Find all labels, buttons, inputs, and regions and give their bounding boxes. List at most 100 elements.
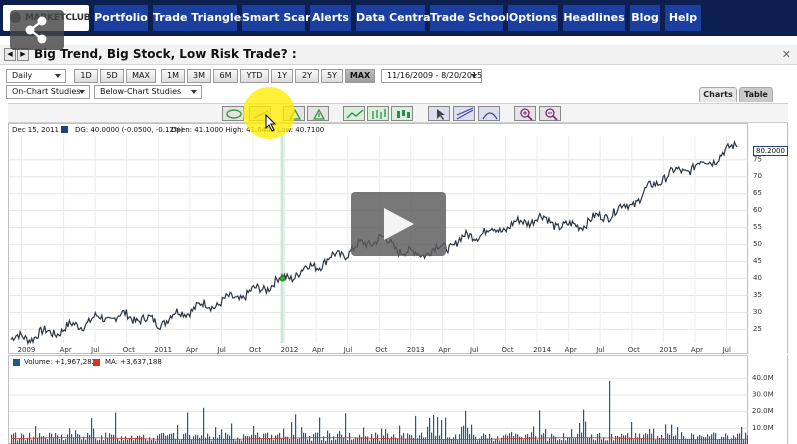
nav-options[interactable]: Options — [508, 5, 558, 31]
range-1m-button[interactable]: 1M — [161, 69, 185, 83]
nav-headlines[interactable]: Headlines — [563, 5, 625, 31]
volume-bar — [423, 437, 425, 444]
range-ytd-button[interactable]: YTD — [240, 69, 269, 83]
volume-bar — [127, 439, 129, 444]
draw-line-icon[interactable] — [453, 106, 475, 121]
volume-chart-panel[interactable]: Volume: +1,967,282 MA: +3,637,188 — [8, 355, 751, 444]
nav-trade-triangles[interactable]: Trade Triangles — [153, 5, 248, 31]
range-max-button[interactable]: MAX — [345, 69, 375, 83]
volume-bar — [431, 432, 433, 444]
nav-alerts[interactable]: Alerts — [310, 5, 351, 31]
volume-bar — [343, 437, 345, 444]
range-3m-button[interactable]: 3M — [187, 69, 211, 83]
range-2y-button[interactable]: 2Y — [295, 69, 319, 83]
volume-bar — [721, 436, 723, 444]
tab-charts[interactable]: Charts — [699, 87, 737, 102]
volume-bar — [631, 422, 633, 444]
volume-bar — [199, 437, 201, 444]
volume-bar — [337, 433, 339, 444]
volume-bar — [569, 437, 571, 444]
volume-bar — [133, 440, 135, 444]
volume-bar — [349, 432, 351, 444]
nav-trade-school[interactable]: Trade School — [430, 5, 509, 31]
date-range-select[interactable]: 11/16/2009 - 8/20/2015 — [381, 69, 482, 83]
volume-bar — [551, 433, 553, 444]
volume-bar — [535, 436, 537, 444]
price-x-tick: Oct — [123, 346, 135, 354]
volume-axis: 10.0M 20.0M 30.0M 40.0M — [748, 355, 788, 444]
zoom-out-icon[interactable] — [539, 106, 561, 121]
interval-select[interactable]: Daily — [6, 69, 66, 83]
volume-bar — [357, 437, 359, 444]
volume-bar — [379, 440, 381, 444]
volume-bar — [447, 437, 449, 444]
share-button[interactable] — [10, 10, 64, 50]
volume-bar — [221, 429, 223, 444]
volume-bar — [461, 426, 463, 444]
volume-bar — [427, 426, 429, 444]
volume-bar — [137, 436, 139, 444]
volume-bar — [253, 426, 255, 444]
range-5d-button[interactable]: 5D — [100, 69, 124, 83]
price-axis-tick: 55 — [753, 223, 762, 231]
below-chart-studies-select[interactable]: Below-Chart Studies — [94, 85, 202, 99]
volume-bar — [707, 434, 709, 444]
nav-help[interactable]: Help — [665, 5, 701, 31]
price-x-tick: 2009 — [18, 346, 36, 354]
volume-bar — [655, 439, 657, 444]
arc-icon[interactable] — [478, 106, 500, 121]
nav-smart-scan[interactable]: Smart Scan — [242, 5, 313, 31]
close-icon[interactable]: ✕ — [782, 48, 791, 61]
volume-bar — [25, 440, 27, 444]
nav-blog[interactable]: Blog — [630, 5, 660, 31]
on-chart-studies-select[interactable]: On-Chart Studies — [6, 85, 90, 99]
comment-icon[interactable] — [222, 106, 244, 121]
volume-bar — [413, 437, 415, 444]
volume-bar — [623, 435, 625, 444]
range-6m-button[interactable]: 6M — [213, 69, 238, 83]
volume-bar — [257, 432, 259, 444]
volume-bar — [429, 417, 431, 444]
volume-bar — [605, 440, 607, 444]
range-5y-button[interactable]: 5Y — [321, 69, 343, 83]
volume-bar — [149, 437, 151, 444]
zoom-in-icon[interactable] — [514, 106, 536, 121]
volume-bar — [57, 435, 59, 444]
nav-portfolio[interactable]: Portfolio — [94, 5, 148, 31]
video-play-button[interactable] — [351, 192, 446, 256]
nav-data-central[interactable]: Data Central — [356, 5, 434, 31]
volume-bar — [371, 433, 373, 444]
bar-chart-icon[interactable] — [367, 106, 389, 121]
triangle-down-icon[interactable] — [307, 106, 329, 121]
price-axis-tick: 25 — [753, 325, 762, 333]
line-chart-icon[interactable] — [343, 106, 365, 121]
volume-bar — [235, 440, 237, 444]
volume-bar — [459, 434, 461, 444]
volume-bar — [315, 432, 317, 444]
volume-bar — [549, 438, 551, 444]
last-price-tag: 80.2000 — [753, 146, 788, 156]
range-1d-button[interactable]: 1D — [74, 69, 98, 83]
candle-icon[interactable] — [391, 106, 413, 121]
volume-bar — [169, 433, 171, 444]
volume-bar — [697, 436, 699, 444]
price-x-tick: Oct — [375, 346, 387, 354]
range-1y-button[interactable]: 1Y — [271, 69, 293, 83]
price-x-tick: Jul — [595, 346, 605, 354]
volume-bar — [269, 438, 271, 444]
volume-bar — [347, 439, 349, 444]
volume-bar — [657, 436, 659, 444]
volume-chart[interactable] — [9, 356, 751, 444]
volume-bar — [615, 435, 617, 444]
range-max-intraday-button[interactable]: MAX — [126, 69, 156, 83]
selected-point-marker — [279, 275, 286, 282]
below-chart-studies-label: Below-Chart Studies — [100, 87, 182, 96]
volume-axis-labels: 10.0M 20.0M 30.0M 40.0M — [752, 374, 774, 432]
tab-table[interactable]: Table — [739, 87, 773, 102]
pointer-icon[interactable] — [428, 106, 450, 121]
volume-bar — [233, 439, 235, 444]
volume-bar — [557, 440, 559, 444]
volume-bar — [147, 440, 149, 444]
volume-bar — [213, 437, 215, 444]
volume-bar — [121, 436, 123, 444]
